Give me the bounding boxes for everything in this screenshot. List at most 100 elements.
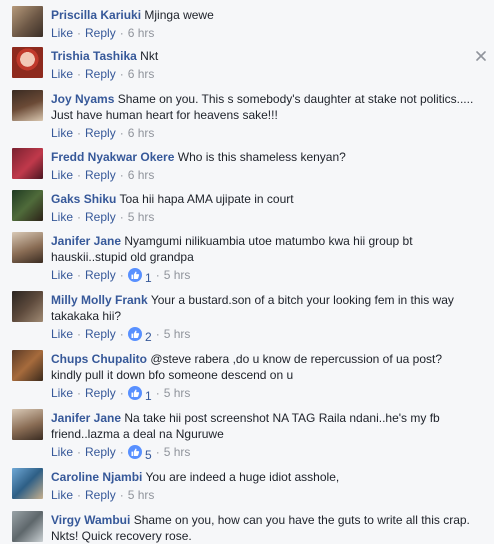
reply-link[interactable]: Reply — [85, 168, 116, 182]
separator: · — [155, 268, 160, 282]
like-link[interactable]: Like — [51, 268, 73, 282]
thumbs-up-icon — [127, 327, 142, 341]
separator: · — [77, 210, 82, 224]
separator: · — [155, 445, 160, 459]
separator: · — [77, 126, 82, 140]
comment-actions: Like · Reply · 6 hrs — [51, 167, 154, 183]
separator: · — [119, 67, 124, 81]
separator: · — [119, 268, 124, 282]
reaction-count[interactable]: 2 — [127, 327, 152, 345]
comment-timestamp[interactable]: 6 hrs — [128, 126, 155, 140]
avatar[interactable] — [12, 291, 43, 322]
separator: · — [119, 210, 124, 224]
close-icon[interactable] — [476, 50, 486, 61]
comment-timestamp[interactable]: 5 hrs — [128, 488, 155, 502]
comment-actions: Like · Reply · 6 hrs — [51, 125, 154, 141]
avatar[interactable] — [12, 468, 43, 499]
comment-timestamp[interactable]: 6 hrs — [128, 67, 155, 81]
reply-link[interactable]: Reply — [85, 126, 116, 140]
comment-timestamp[interactable]: 5 hrs — [164, 445, 191, 459]
comment-author[interactable]: Milly Molly Frank — [51, 293, 148, 307]
reaction-count[interactable]: 5 — [127, 445, 152, 463]
comment-author[interactable]: Janifer Jane — [51, 234, 121, 248]
comment-timestamp[interactable]: 6 hrs — [128, 168, 155, 182]
comment-timestamp[interactable]: 6 hrs — [128, 26, 155, 40]
comment-author[interactable]: Joy Nyams — [51, 92, 114, 106]
comment-author[interactable]: Chups Chupalito — [51, 352, 147, 366]
thumbs-up-icon — [127, 445, 142, 459]
comment-author[interactable]: Fredd Nyakwar Okere — [51, 150, 174, 164]
comment-actions: Like · Reply · 6 hrs — [51, 25, 154, 41]
reaction-count[interactable]: 1 — [127, 268, 152, 286]
comment-author[interactable]: Virgy Wambui — [51, 513, 130, 527]
separator: · — [77, 327, 82, 341]
avatar[interactable] — [12, 511, 43, 542]
like-link[interactable]: Like — [51, 168, 73, 182]
comment-actions: Like · Reply · 5 hrs — [51, 209, 154, 225]
separator: · — [155, 327, 160, 341]
separator: · — [77, 386, 82, 400]
comment-actions: Like · Reply · 6 hrs — [51, 66, 154, 82]
reply-link[interactable]: Reply — [85, 268, 116, 282]
avatar[interactable] — [12, 232, 43, 263]
separator: · — [77, 26, 82, 40]
comment-author[interactable]: Gaks Shiku — [51, 192, 116, 206]
like-link[interactable]: Like — [51, 126, 73, 140]
avatar[interactable] — [12, 190, 43, 221]
comment-text: Shame on you. This s somebody's daughter… — [51, 92, 474, 122]
comment-text: Toa hii hapa AMA ujipate in court — [119, 192, 294, 206]
avatar[interactable] — [12, 350, 43, 381]
comment-author[interactable]: Janifer Jane — [51, 411, 121, 425]
comment-author[interactable]: Priscilla Kariuki — [51, 8, 141, 22]
like-link[interactable]: Like — [51, 445, 73, 459]
reply-link[interactable]: Reply — [85, 67, 116, 81]
avatar[interactable] — [12, 90, 43, 121]
comment-text: Mjinga wewe — [144, 8, 214, 22]
separator: · — [77, 488, 82, 502]
comment-actions: Like · Reply · 2 · 5 hrs — [51, 326, 190, 345]
comment-timestamp[interactable]: 5 hrs — [128, 210, 155, 224]
comment-author[interactable]: Trishia Tashika — [51, 49, 137, 63]
like-link[interactable]: Like — [51, 386, 73, 400]
comment-actions: Like · Reply · 1 · 5 hrs — [51, 385, 190, 404]
comment-timestamp[interactable]: 5 hrs — [164, 268, 191, 282]
reply-link[interactable]: Reply — [85, 26, 116, 40]
reply-link[interactable]: Reply — [85, 327, 116, 341]
separator: · — [77, 268, 82, 282]
avatar[interactable] — [12, 409, 43, 440]
avatar[interactable] — [12, 6, 43, 37]
reply-link[interactable]: Reply — [85, 386, 116, 400]
separator: · — [119, 168, 124, 182]
comment-text: Who is this shameless kenyan? — [177, 150, 346, 164]
like-link[interactable]: Like — [51, 327, 73, 341]
comment-actions: Like · Reply · 1 · 5 hrs — [51, 267, 190, 286]
like-link[interactable]: Like — [51, 210, 73, 224]
like-link[interactable]: Like — [51, 488, 73, 502]
comment-actions: Like · Reply · 5 hrs — [51, 487, 154, 503]
reply-link[interactable]: Reply — [85, 210, 116, 224]
avatar[interactable] — [12, 148, 43, 179]
separator: · — [77, 67, 82, 81]
separator: · — [77, 445, 82, 459]
separator: · — [119, 445, 124, 459]
comment-text: Nkt — [140, 49, 159, 63]
comment-text: You are indeed a huge idiot asshole, — [145, 470, 340, 484]
reply-link[interactable]: Reply — [85, 488, 116, 502]
reaction-count[interactable]: 1 — [127, 386, 152, 404]
thumbs-up-icon — [127, 386, 142, 400]
like-link[interactable]: Like — [51, 26, 73, 40]
comment-timestamp[interactable]: 5 hrs — [164, 386, 191, 400]
avatar[interactable] — [12, 47, 43, 78]
separator: · — [77, 168, 82, 182]
separator: · — [155, 386, 160, 400]
like-link[interactable]: Like — [51, 67, 73, 81]
comment-timestamp[interactable]: 5 hrs — [164, 327, 191, 341]
separator: · — [119, 26, 124, 40]
reply-link[interactable]: Reply — [85, 445, 116, 459]
comment-actions: Like · Reply · 5 · 5 hrs — [51, 444, 190, 463]
separator: · — [119, 327, 124, 341]
separator: · — [119, 488, 124, 502]
separator: · — [119, 386, 124, 400]
thumbs-up-icon — [127, 268, 142, 282]
comment-author[interactable]: Caroline Njambi — [51, 470, 142, 484]
